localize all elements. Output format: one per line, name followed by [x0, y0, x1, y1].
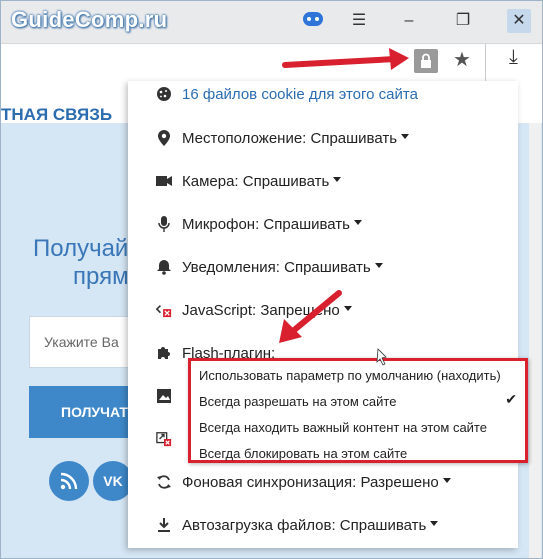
mouse-cursor-icon [376, 348, 387, 366]
browser-window: GuideComp.ru ☰ – ❐ ✕ ★ ⤓ ТНАЯ СВЯЗЬ Полу… [0, 0, 543, 559]
red-arrow-to-lock [282, 56, 398, 68]
annotation-arrows [279, 48, 409, 366]
red-arrow-to-flash [290, 290, 342, 334]
red-arrow-head-lock [389, 48, 409, 70]
